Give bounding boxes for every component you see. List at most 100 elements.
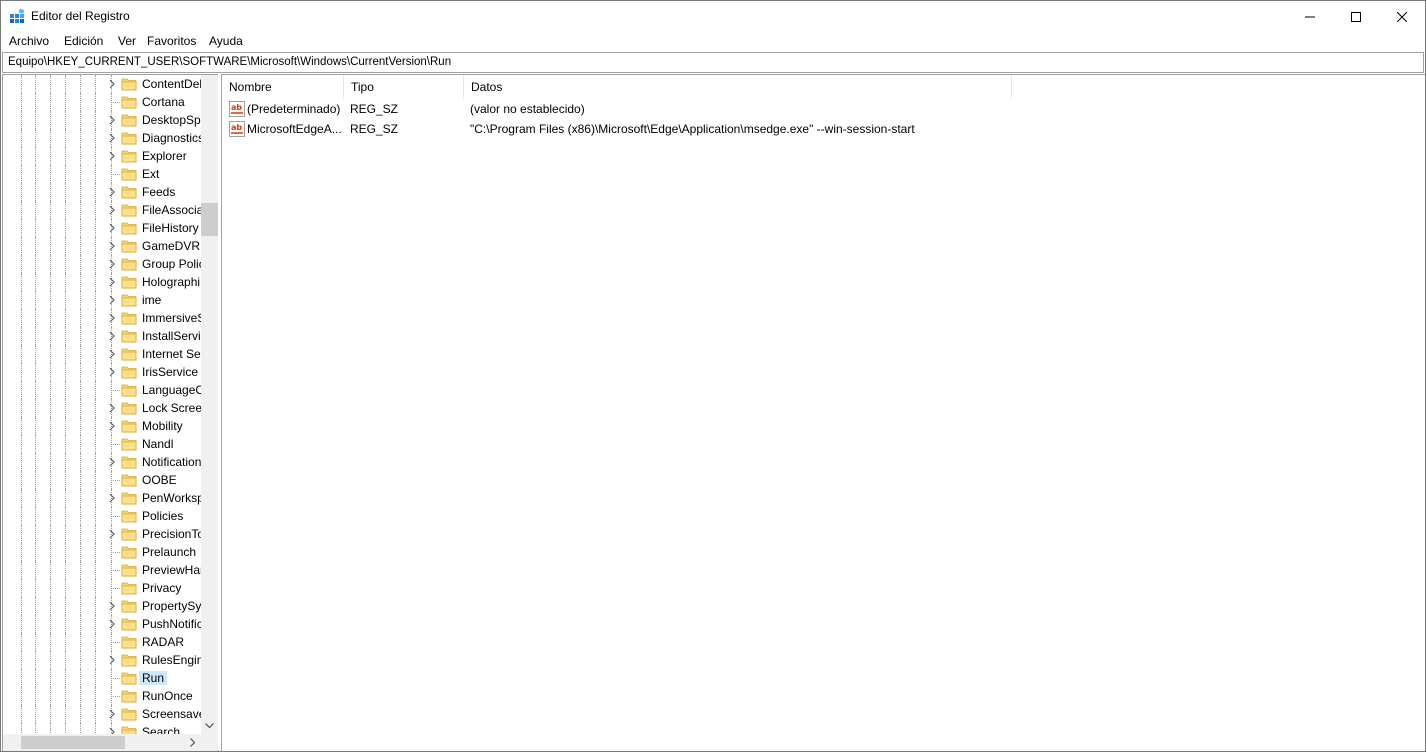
tree-guide-line [80, 309, 81, 327]
tree-item[interactable]: RADAR [3, 633, 201, 651]
column-header-nombre[interactable]: Nombre [222, 75, 344, 99]
chevron-right-icon[interactable] [107, 618, 117, 630]
chevron-right-icon[interactable] [107, 132, 117, 144]
menu-bar: Archivo Edición Ver Favoritos Ayuda [1, 32, 1425, 51]
close-button[interactable] [1379, 1, 1425, 32]
address-path: Equipo\HKEY_CURRENT_USER\SOFTWARE\Micros… [8, 56, 452, 68]
tree-item[interactable]: ime [3, 291, 201, 309]
chevron-right-icon[interactable] [107, 420, 117, 432]
key-tree-pane[interactable]: ContentDel Cortana DesktopSpo Diagnostics Ex… [2, 74, 219, 751]
folder-icon [121, 456, 137, 469]
tree-item[interactable]: ContentDel [3, 75, 201, 93]
folder-icon [121, 330, 137, 343]
tree-item[interactable]: Screensave [3, 705, 201, 723]
minimize-button[interactable] [1287, 1, 1333, 32]
tree-horizontal-scrollbar[interactable] [3, 734, 201, 751]
values-list-pane[interactable]: Nombre Tipo Datos ab (Predeterminado) RE… [221, 74, 1425, 751]
tree-item[interactable]: Feeds [3, 183, 201, 201]
chevron-right-icon[interactable] [107, 708, 117, 720]
tree-item[interactable]: RulesEngin [3, 651, 201, 669]
scroll-right-button[interactable] [184, 734, 201, 751]
tree-item[interactable]: PropertySys [3, 597, 201, 615]
tree-item[interactable]: Notification [3, 453, 201, 471]
maximize-button[interactable] [1333, 1, 1379, 32]
registry-editor-window: Editor del Registro Archivo Edición Ver … [0, 0, 1426, 752]
menu-edicion[interactable]: Edición [63, 34, 104, 48]
address-bar[interactable]: Equipo\HKEY_CURRENT_USER\SOFTWARE\Micros… [2, 52, 1424, 73]
chevron-right-icon[interactable] [107, 492, 117, 504]
chevron-right-icon[interactable] [107, 78, 117, 90]
tree-item[interactable]: PushNotific [3, 615, 201, 633]
value-row[interactable]: ab (Predeterminado) REG_SZ (valor no est… [222, 99, 1425, 119]
tree-item[interactable]: GameDVR [3, 237, 201, 255]
tree-item[interactable]: OOBE [3, 471, 201, 489]
tree-item[interactable]: Diagnostics [3, 129, 201, 147]
tree-item[interactable]: Prelaunch [3, 543, 201, 561]
chevron-right-icon[interactable] [107, 330, 117, 342]
menu-favoritos[interactable]: Favoritos [146, 34, 197, 48]
chevron-right-icon[interactable] [107, 348, 117, 360]
value-name: MicrosoftEdgeA... [247, 122, 342, 136]
tree-guide-line [65, 183, 66, 201]
tree-item[interactable]: PenWorksp [3, 489, 201, 507]
tree-item[interactable]: IrisService [3, 363, 201, 381]
tree-vertical-scroll-thumb[interactable] [201, 203, 218, 236]
chevron-right-icon[interactable] [107, 402, 117, 414]
chevron-right-icon[interactable] [107, 186, 117, 198]
tree-item[interactable]: Run [3, 669, 201, 687]
tree-item[interactable]: PrecisionTo [3, 525, 201, 543]
scrollbar-corner [201, 734, 218, 751]
tree-guide-line [35, 489, 36, 507]
tree-horizontal-scroll-thumb[interactable] [21, 736, 125, 749]
tree-item[interactable]: Lock Screer [3, 399, 201, 417]
column-header-tipo[interactable]: Tipo [344, 75, 464, 99]
tree-item[interactable]: PreviewHar [3, 561, 201, 579]
tree-item[interactable]: Nandl [3, 435, 201, 453]
chevron-right-icon[interactable] [107, 312, 117, 324]
chevron-right-icon[interactable] [107, 258, 117, 270]
chevron-right-icon[interactable] [107, 276, 117, 288]
tree-item[interactable]: Group Polic [3, 255, 201, 273]
tree-item[interactable]: Policies [3, 507, 201, 525]
tree-guide-line [35, 345, 36, 363]
tree-item[interactable]: LanguageC [3, 381, 201, 399]
chevron-right-icon[interactable] [107, 528, 117, 540]
tree-guide-line [50, 507, 51, 525]
tree-guide-line [35, 399, 36, 417]
tree-item[interactable]: Holographi [3, 273, 201, 291]
tree-guide-line [95, 543, 96, 561]
menu-ayuda[interactable]: Ayuda [208, 34, 244, 48]
tree-item[interactable]: Mobility [3, 417, 201, 435]
chevron-right-icon[interactable] [107, 654, 117, 666]
chevron-right-icon[interactable] [107, 150, 117, 162]
chevron-right-icon[interactable] [107, 600, 117, 612]
chevron-right-icon[interactable] [107, 222, 117, 234]
chevron-right-icon[interactable] [107, 456, 117, 468]
tree-vertical-scrollbar[interactable] [201, 75, 218, 734]
tree-item[interactable]: DesktopSpo [3, 111, 201, 129]
tree-item[interactable]: Internet Set [3, 345, 201, 363]
chevron-right-icon[interactable] [107, 204, 117, 216]
scroll-down-button[interactable] [201, 717, 218, 734]
tree-item[interactable]: InstallServi [3, 327, 201, 345]
chevron-right-icon[interactable] [107, 240, 117, 252]
menu-archivo[interactable]: Archivo [8, 34, 50, 48]
chevron-right-icon[interactable] [107, 366, 117, 378]
chevron-right-icon[interactable] [107, 114, 117, 126]
value-row[interactable]: ab MicrosoftEdgeA... REG_SZ "C:\Program … [222, 119, 1425, 139]
tree-item[interactable]: RunOnce [3, 687, 201, 705]
tree-guide-line [111, 552, 120, 553]
menu-ver[interactable]: Ver [117, 34, 137, 48]
tree-item[interactable]: Ext [3, 165, 201, 183]
chevron-right-icon[interactable] [107, 294, 117, 306]
tree-item[interactable]: Explorer [3, 147, 201, 165]
tree-item[interactable]: FileAssocia [3, 201, 201, 219]
tree-item[interactable]: ImmersiveS [3, 309, 201, 327]
tree-item[interactable]: FileHistory [3, 219, 201, 237]
tree-guide-line [65, 237, 66, 255]
tree-guide-line [65, 543, 66, 561]
tree-item[interactable]: Cortana [3, 93, 201, 111]
title-bar[interactable]: Editor del Registro [1, 1, 1425, 32]
column-header-datos[interactable]: Datos [464, 75, 1012, 99]
tree-item[interactable]: Privacy [3, 579, 201, 597]
